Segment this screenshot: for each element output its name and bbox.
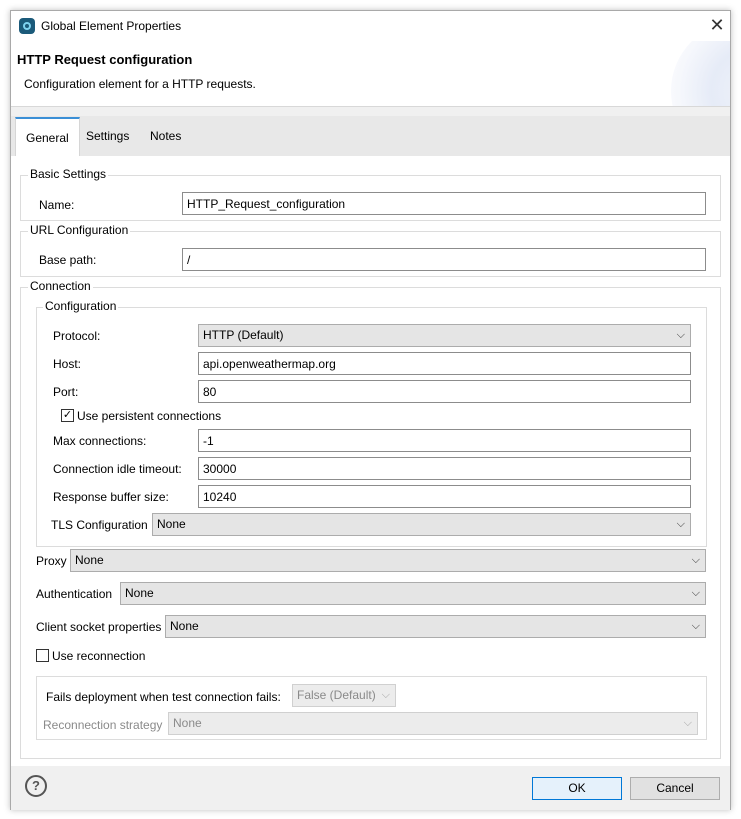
header-decoration xyxy=(671,41,730,106)
reconnection-strategy-value: None xyxy=(173,716,202,730)
tls-configuration-value: None xyxy=(157,517,186,531)
ok-button[interactable]: OK xyxy=(532,777,622,800)
fails-deployment-value: False (Default) xyxy=(297,688,376,702)
buffer-size-label: Response buffer size: xyxy=(53,490,169,504)
port-label: Port: xyxy=(53,385,79,399)
name-field[interactable] xyxy=(182,192,706,215)
tls-configuration-select[interactable]: None ⌵ xyxy=(152,513,691,536)
port-field[interactable] xyxy=(198,380,691,403)
dialog-header: HTTP Request configuration Configuration… xyxy=(11,41,730,107)
dialog-footer: ? OK Cancel xyxy=(11,767,730,810)
client-socket-label: Client socket properties xyxy=(36,620,162,634)
help-icon[interactable]: ? xyxy=(25,775,47,797)
protocol-select[interactable]: HTTP (Default) ⌵ xyxy=(198,324,691,347)
persistent-connections-checkbox[interactable]: ✓ xyxy=(61,409,74,422)
connection-label: Connection xyxy=(28,279,93,293)
max-connections-field[interactable] xyxy=(198,429,691,452)
proxy-select[interactable]: None ⌵ xyxy=(70,549,706,572)
tab-general[interactable]: General xyxy=(15,117,80,157)
proxy-select-value: None xyxy=(75,553,104,567)
url-configuration-label: URL Configuration xyxy=(28,223,131,237)
cancel-button[interactable]: Cancel xyxy=(630,777,720,800)
tls-configuration-label: TLS Configuration xyxy=(51,518,148,532)
window-title: Global Element Properties xyxy=(41,19,182,33)
protocol-select-value: HTTP (Default) xyxy=(203,328,284,342)
name-label: Name: xyxy=(39,198,75,212)
idle-timeout-label: Connection idle timeout: xyxy=(53,462,182,476)
authentication-select-value: None xyxy=(125,586,154,600)
host-label: Host: xyxy=(53,357,82,371)
chevron-down-icon: ⌵ xyxy=(691,554,700,566)
chevron-down-icon: ⌵ xyxy=(676,329,685,341)
protocol-label: Protocol: xyxy=(53,329,101,343)
basic-settings-label: Basic Settings xyxy=(28,167,109,181)
app-icon xyxy=(19,18,35,34)
idle-timeout-field[interactable] xyxy=(198,457,691,480)
base-path-label: Base path: xyxy=(39,253,97,267)
use-reconnection-label: Use reconnection xyxy=(52,649,146,663)
base-path-field[interactable] xyxy=(182,248,706,271)
host-field[interactable] xyxy=(198,352,691,375)
fails-deployment-select: False (Default) ⌵ xyxy=(292,684,396,707)
client-socket-select-value: None xyxy=(170,619,199,633)
header-description: Configuration element for a HTTP request… xyxy=(24,77,256,91)
reconnection-strategy-select: None ⌵ xyxy=(168,712,698,735)
chevron-down-icon: ⌵ xyxy=(691,620,700,632)
configuration-label: Configuration xyxy=(43,299,119,313)
tab-notes[interactable]: Notes xyxy=(140,117,191,157)
use-reconnection-checkbox[interactable] xyxy=(36,649,49,662)
authentication-select[interactable]: None ⌵ xyxy=(120,582,706,605)
title-bar: Global Element Properties ✕ xyxy=(11,11,730,41)
tab-settings[interactable]: Settings xyxy=(76,117,139,157)
chevron-down-icon: ⌵ xyxy=(381,689,390,701)
chevron-down-icon: ⌵ xyxy=(691,587,700,599)
general-tab-panel: Basic Settings Name: URL Configuration B… xyxy=(11,156,730,766)
chevron-down-icon: ⌵ xyxy=(676,518,685,530)
proxy-label: Proxy xyxy=(36,554,67,568)
buffer-size-field[interactable] xyxy=(198,485,691,508)
header-title: HTTP Request configuration xyxy=(17,52,193,67)
persistent-connections-label: Use persistent connections xyxy=(77,409,222,423)
close-icon[interactable]: ✕ xyxy=(707,15,727,35)
authentication-label: Authentication xyxy=(36,587,113,601)
reconnection-strategy-label: Reconnection strategy xyxy=(43,718,163,732)
chevron-down-icon: ⌵ xyxy=(683,717,692,729)
fails-deployment-label: Fails deployment when test connection fa… xyxy=(46,690,281,704)
dialog-window: Global Element Properties ✕ HTTP Request… xyxy=(10,10,731,810)
client-socket-select[interactable]: None ⌵ xyxy=(165,615,706,638)
max-connections-label: Max connections: xyxy=(53,434,147,448)
